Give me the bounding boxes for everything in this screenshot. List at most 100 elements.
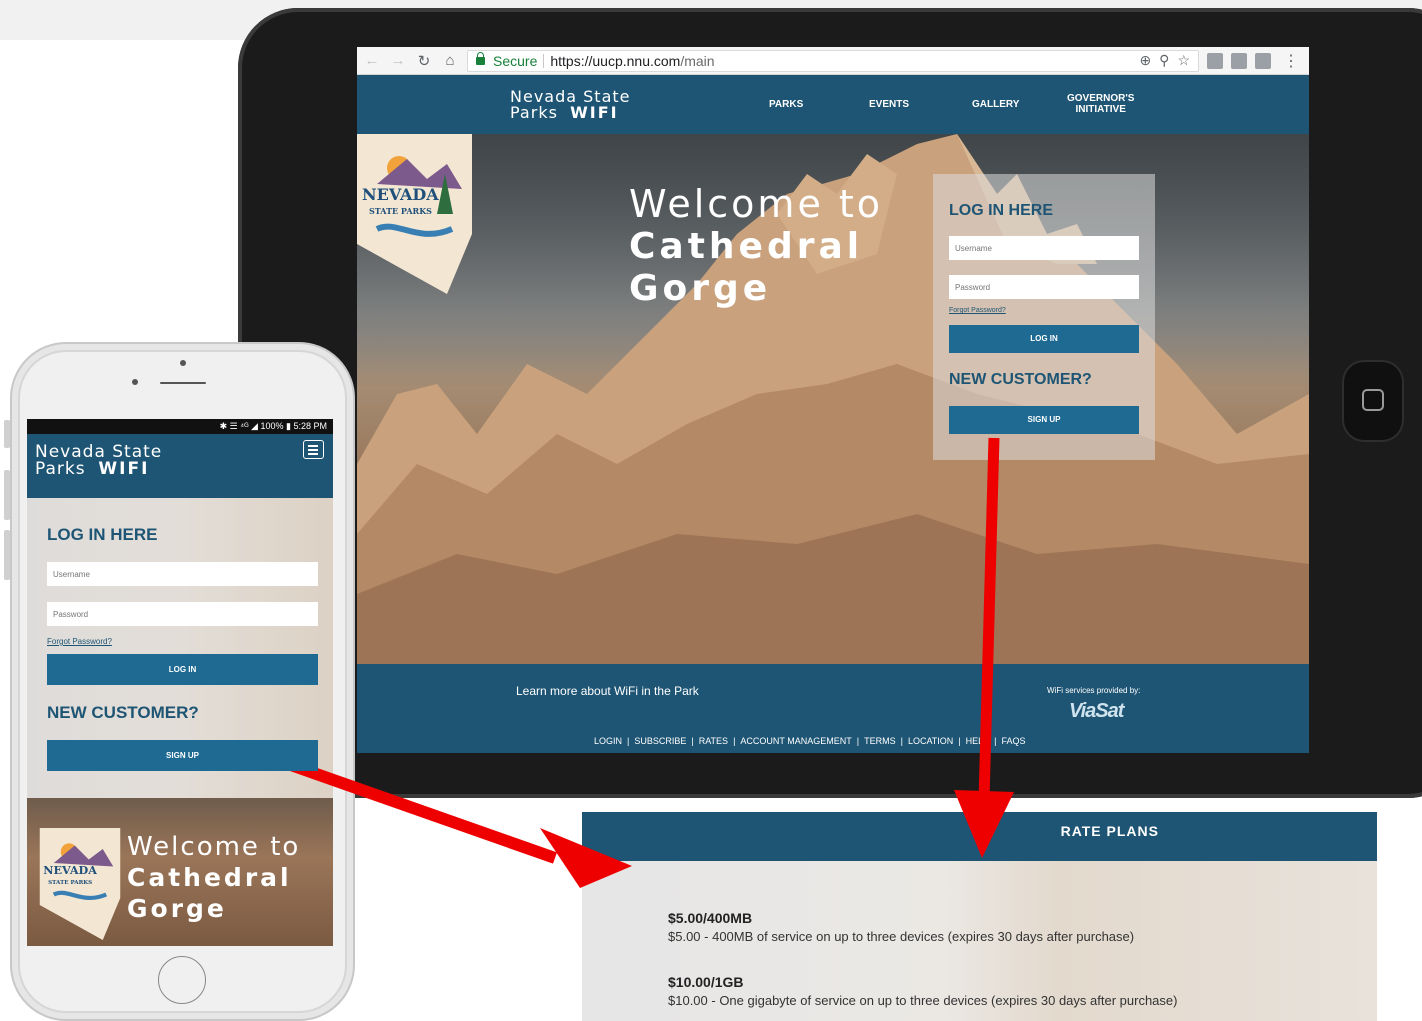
rate-plan-item[interactable]: $5.00/400MB $5.00 - 400MB of service on … (668, 910, 1134, 944)
phone-volume-up (4, 470, 10, 520)
phone-welcome-line2: Cathedral (127, 863, 292, 892)
rate-plan-description: $10.00 - One gigabyte of service on up t… (668, 993, 1178, 1008)
nav-parks[interactable]: PARKS (769, 99, 803, 110)
badge-text-state-parks: STATE PARKS (369, 206, 432, 216)
omnibox-separator (543, 53, 545, 68)
provided-by-label: WiFi services provided by: (1047, 686, 1141, 695)
footer-link-location[interactable]: LOCATION (908, 736, 953, 746)
login-title: LOG IN HERE (949, 202, 1054, 219)
browser-toolbar: ← → ↻ ⌂ Secure https://uucp.nnu.com/main… (357, 47, 1309, 75)
forgot-password-link[interactable]: Forgot Password? (949, 307, 1006, 314)
location-icon[interactable]: ⊕ (1139, 52, 1151, 69)
nav-events[interactable]: EVENTS (869, 99, 909, 110)
site-logo[interactable]: Nevada State Parks WIFI (510, 89, 630, 121)
reload-icon[interactable]: ↻ (415, 52, 433, 70)
footer-link-help[interactable]: HELP (966, 736, 990, 746)
tablet-home-button[interactable] (1342, 360, 1404, 442)
logo-line2-a: Parks (510, 103, 558, 122)
extension-square-icon[interactable] (1231, 52, 1247, 69)
footer-sep: | (856, 736, 860, 746)
phone-volume-down (4, 530, 10, 580)
star-icon[interactable]: ☆ (1177, 52, 1190, 69)
phone-login-button[interactable]: LOG IN (47, 654, 318, 685)
hero-welcome: Welcome to Cathedral Gorge (629, 182, 883, 310)
footer-link-terms[interactable]: TERMS (864, 736, 896, 746)
rate-plan-item[interactable]: $10.00/1GB $10.00 - One gigabyte of serv… (668, 974, 1177, 1008)
nevada-state-parks-badge: NEVADA STATE PARKS (357, 134, 472, 294)
zoom-icon[interactable]: ⚲ (1159, 52, 1169, 69)
back-arrow-icon[interactable]: ← (363, 52, 381, 69)
phone-camera (180, 360, 186, 366)
signup-button[interactable]: SIGN UP (949, 406, 1139, 434)
phone-site-logo[interactable]: Nevada State Parks WIFI (35, 444, 162, 478)
extension-lock-icon[interactable] (1255, 52, 1271, 69)
address-bar[interactable]: Secure https://uucp.nnu.com/main ⊕ ⚲ ☆ (467, 49, 1199, 72)
footer-sep: | (900, 736, 903, 746)
phone-signup-button[interactable]: SIGN UP (47, 740, 318, 771)
footer-link-login[interactable]: LOGIN (594, 736, 622, 746)
rate-plans-panel: RATE PLANS $5.00/400MB $5.00 - 400MB of … (582, 812, 1377, 1021)
phone-hero: NEVADA STATE PARKS Welcome to Cathedral … (27, 798, 333, 946)
home-icon[interactable]: ⌂ (441, 52, 459, 69)
phone-nevada-badge: NEVADA STATE PARKS (39, 828, 121, 940)
phone-status-bar: ✱ ☰ ⁴ᴳ ◢ 100% ▮ 5:28 PM (27, 419, 333, 434)
footer-link-rates[interactable]: RATES (699, 736, 728, 746)
extensions (1207, 52, 1271, 69)
home-square-icon (1362, 389, 1384, 411)
phone-site-header: Nevada State Parks WIFI (27, 434, 333, 498)
nav-gallery[interactable]: GALLERY (972, 99, 1019, 110)
phone-logo-line2-b: WIFI (98, 459, 150, 479)
phone-badge-text-state-parks: STATE PARKS (48, 880, 92, 886)
forward-arrow-icon[interactable]: → (389, 52, 407, 69)
footer-link-account-management[interactable]: ACCOUNT MANAGEMENT (740, 736, 851, 746)
welcome-line3: Gorge (629, 268, 772, 309)
welcome-line2: Cathedral (629, 226, 864, 267)
footer-sep: | (733, 736, 736, 746)
phone-screen: ✱ ☰ ⁴ᴳ ◢ 100% ▮ 5:28 PM Nevada State Par… (27, 419, 333, 946)
footer-sep: | (958, 736, 961, 746)
login-panel: LOG IN HERE Forgot Password? LOG IN NEW … (933, 174, 1155, 460)
footer-link-subscribe[interactable]: SUBSCRIBE (634, 736, 686, 746)
phone-forgot-password-link[interactable]: Forgot Password? (47, 637, 112, 646)
omnibox-actions: ⊕ ⚲ ☆ (1139, 52, 1190, 69)
footer-sep: | (627, 736, 630, 746)
logo-line2-b: WIFI (570, 103, 619, 122)
phone-username-input[interactable] (47, 562, 318, 586)
learn-more-link[interactable]: Learn more about WiFi in the Park (516, 684, 699, 698)
phone-badge-text-nevada: NEVADA (43, 863, 97, 877)
site-footer: Learn more about WiFi in the Park WiFi s… (357, 664, 1309, 753)
phone-new-customer-heading: NEW CUSTOMER? (47, 703, 199, 722)
footer-sep: | (994, 736, 997, 746)
password-input[interactable] (949, 275, 1139, 299)
status-time: 100% ▮ 5:28 PM (260, 421, 328, 431)
rate-plan-name: $10.00/1GB (668, 974, 744, 990)
secure-label: Secure (493, 52, 538, 69)
phone-side-button (4, 420, 10, 448)
phone-password-input[interactable] (47, 602, 318, 626)
rate-plans-title: RATE PLANS (582, 812, 1377, 861)
badge-text-nevada: NEVADA (362, 185, 439, 204)
site-header: Nevada State Parks WIFI PARKS EVENTS GAL… (357, 75, 1309, 134)
phone-hero-welcome: Welcome to Cathedral Gorge (127, 832, 300, 924)
footer-link-faqs[interactable]: FAQS (1001, 736, 1025, 746)
phone-home-button[interactable] (158, 956, 206, 1004)
phone-welcome-line3: Gorge (127, 894, 227, 923)
welcome-line1: Welcome to (629, 182, 884, 226)
phone-login-area: LOG IN HERE Forgot Password? LOG IN NEW … (27, 498, 333, 798)
username-input[interactable] (949, 236, 1139, 260)
lock-icon (476, 51, 485, 65)
footer-sep: | (691, 736, 694, 746)
footer-links: LOGIN | SUBSCRIBE | RATES | ACCOUNT MANAGEM… (594, 736, 1026, 746)
new-customer-heading: NEW CUSTOMER? (949, 371, 1092, 388)
hamburger-menu-icon[interactable] (303, 440, 324, 459)
phone-login-title: LOG IN HERE (47, 525, 158, 544)
nav-governor-line2: INITIATIVE (1075, 104, 1126, 115)
rate-plan-description: $5.00 - 400MB of service on up to three … (668, 929, 1135, 944)
extension-g-icon[interactable] (1207, 52, 1223, 69)
login-button[interactable]: LOG IN (949, 325, 1139, 353)
menu-kebab-icon[interactable]: ⋮ (1279, 51, 1303, 71)
nav-governors-initiative[interactable]: GOVERNOR'S INITIATIVE (1067, 93, 1134, 115)
viasat-logo[interactable]: ViaSat (1069, 700, 1124, 723)
phone-speaker (160, 382, 206, 384)
nav-governor-line1: GOVERNOR'S (1067, 93, 1135, 104)
